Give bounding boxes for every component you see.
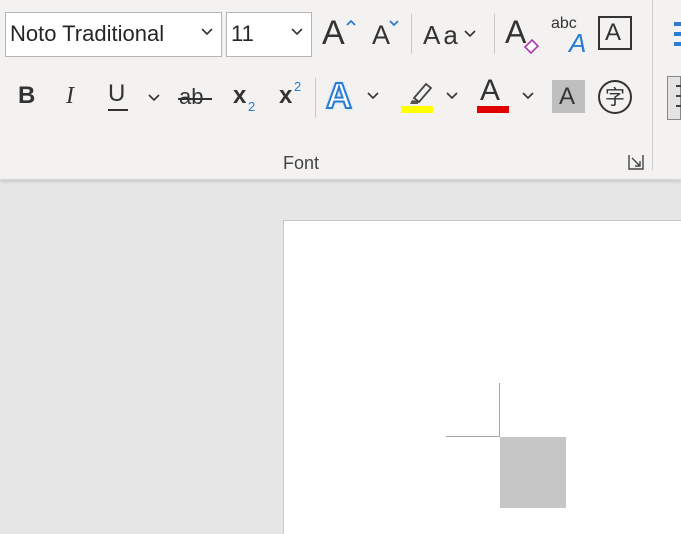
font-size-value: 11 — [231, 21, 254, 46]
chevron-down-icon — [522, 92, 534, 100]
underline-icon: U — [108, 80, 126, 107]
change-case-button[interactable]: Aa — [419, 10, 481, 56]
text-cursor-block — [500, 437, 566, 508]
partial-icon-line — [676, 95, 681, 97]
separator — [494, 14, 495, 54]
chevron-down-icon — [367, 92, 379, 100]
subscript-mark: 2 — [248, 99, 256, 114]
chevron-down-icon — [464, 30, 476, 38]
font-dialog-launcher[interactable] — [626, 152, 646, 172]
chevron-down-icon — [446, 92, 458, 100]
list-icon-line — [674, 42, 681, 46]
bold-button[interactable]: B — [10, 76, 46, 116]
subscript-icon: x — [233, 82, 247, 109]
highlight-color-button[interactable] — [398, 74, 464, 118]
grow-font-icon: A — [322, 14, 345, 52]
font-color-swatch — [477, 106, 509, 113]
superscript-mark: 2 — [294, 79, 302, 94]
shrink-font-button[interactable]: A — [366, 10, 404, 56]
eraser-icon — [523, 38, 540, 54]
font-name-combobox[interactable]: Noto Traditional — [5, 12, 222, 57]
phonetic-guide-button[interactable]: abc A — [550, 10, 590, 58]
character-shading-button[interactable]: A — [552, 80, 585, 113]
caret-down-icon — [389, 20, 399, 27]
group-separator — [652, 0, 653, 170]
bold-icon: B — [18, 82, 36, 109]
separator — [411, 14, 412, 54]
character-border-button[interactable]: A — [598, 16, 632, 50]
margin-mark-horizontal — [446, 436, 500, 437]
change-case-icon: Aa — [423, 20, 461, 50]
subscript-button[interactable]: x 2 — [228, 76, 264, 116]
font-name-value: Noto Traditional — [10, 21, 165, 46]
dialog-launcher-icon — [628, 155, 644, 170]
font-size-combobox[interactable]: 11 — [226, 12, 312, 57]
character-shading-icon: A — [559, 83, 576, 110]
partial-icon-line — [676, 105, 681, 107]
strikethrough-icon: ab — [179, 84, 204, 109]
italic-icon: I — [66, 83, 74, 109]
enclose-characters-icon: 字 — [605, 85, 625, 109]
font-group-label: Font — [283, 153, 320, 173]
superscript-button[interactable]: x 2 — [274, 76, 310, 116]
list-icon-line — [674, 32, 681, 36]
character-border-icon: A — [605, 19, 622, 46]
separator — [315, 78, 316, 118]
strike-line — [178, 98, 212, 100]
italic-button[interactable]: I — [56, 76, 90, 116]
superscript-icon: x — [279, 82, 293, 109]
chevron-down-icon[interactable] — [199, 25, 215, 39]
partial-ribbon-button[interactable] — [667, 76, 681, 120]
font-color-button[interactable]: A — [474, 74, 540, 118]
chevron-down-icon[interactable] — [289, 25, 305, 39]
document-page[interactable] — [283, 220, 681, 534]
font-color-icon: A — [480, 74, 501, 107]
caret-up-icon — [346, 19, 356, 26]
strikethrough-button[interactable]: ab — [176, 76, 216, 116]
paragraph-list-button[interactable] — [672, 18, 681, 52]
phonetic-guide-icon: A — [569, 28, 587, 58]
highlighter-icon — [410, 82, 433, 104]
clear-formatting-button[interactable]: A — [502, 10, 542, 56]
margin-mark-vertical — [499, 383, 500, 437]
underline-options-button[interactable] — [144, 84, 164, 110]
list-icon — [674, 22, 681, 26]
chevron-down-icon — [148, 94, 160, 102]
grow-font-button[interactable]: A — [318, 10, 358, 56]
text-effects-icon: A — [325, 75, 353, 116]
ribbon: Noto Traditional 11 A A Aa A abc A A B I… — [0, 0, 681, 180]
underline-button[interactable]: U — [104, 76, 138, 116]
partial-icon-line — [676, 85, 681, 87]
enclose-characters-button[interactable]: 字 — [598, 80, 632, 114]
text-effects-button[interactable]: A — [324, 74, 384, 118]
highlight-color-swatch — [401, 106, 433, 113]
underline-bar — [108, 109, 128, 111]
